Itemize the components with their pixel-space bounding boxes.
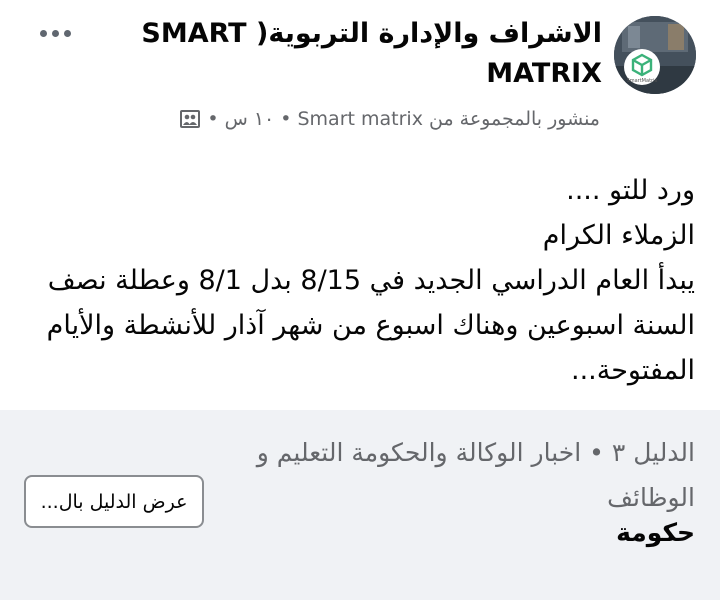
guide-preview-subtitle: حكومة [616, 518, 695, 547]
post-line: يبدأ العام الدراسي الجديد في 8/15 بدل 8/… [47, 265, 695, 296]
post-time[interactable]: ١٠ س [225, 108, 275, 130]
meta-separator: • [280, 108, 292, 130]
post-line: السنة اسبوعين وهناك اسبوع من شهر آذار لل… [46, 310, 695, 341]
more-options-icon[interactable] [30, 18, 80, 48]
guide-preview-card[interactable]: الدليل ٣ • اخبار الوكالة والحكومة التعلي… [0, 410, 720, 600]
view-guide-button[interactable]: عرض الدليل بال... [24, 475, 204, 528]
post-line: المفتوحة... [570, 355, 695, 386]
guide-preview-title: الدليل ٣ • اخبار الوكالة والحكومة التعلي… [256, 438, 695, 512]
svg-text:SmartMatrix: SmartMatrix [627, 78, 658, 84]
post-header: الاشراف والإدارة التربوية( SMART MATRIX … [0, 0, 720, 160]
post-body: ورد للتو .... الزملاء الكرام يبدأ العام … [15, 168, 695, 393]
group-privacy-icon [179, 108, 201, 130]
post-footer-edge [0, 600, 720, 610]
posted-in-text[interactable]: منشور بالمجموعة من Smart matrix [297, 108, 600, 130]
post-line: ورد للتو .... [566, 175, 695, 206]
meta-separator: • [207, 108, 219, 130]
post-line: الزملاء الكرام [542, 220, 695, 251]
group-avatar[interactable]: SmartMatrix [614, 16, 696, 94]
group-name-link[interactable]: الاشراف والإدارة التربوية( SMART MATRIX [122, 14, 602, 94]
post-meta: منشور بالمجموعة من Smart matrix • ١٠ س • [179, 108, 600, 130]
